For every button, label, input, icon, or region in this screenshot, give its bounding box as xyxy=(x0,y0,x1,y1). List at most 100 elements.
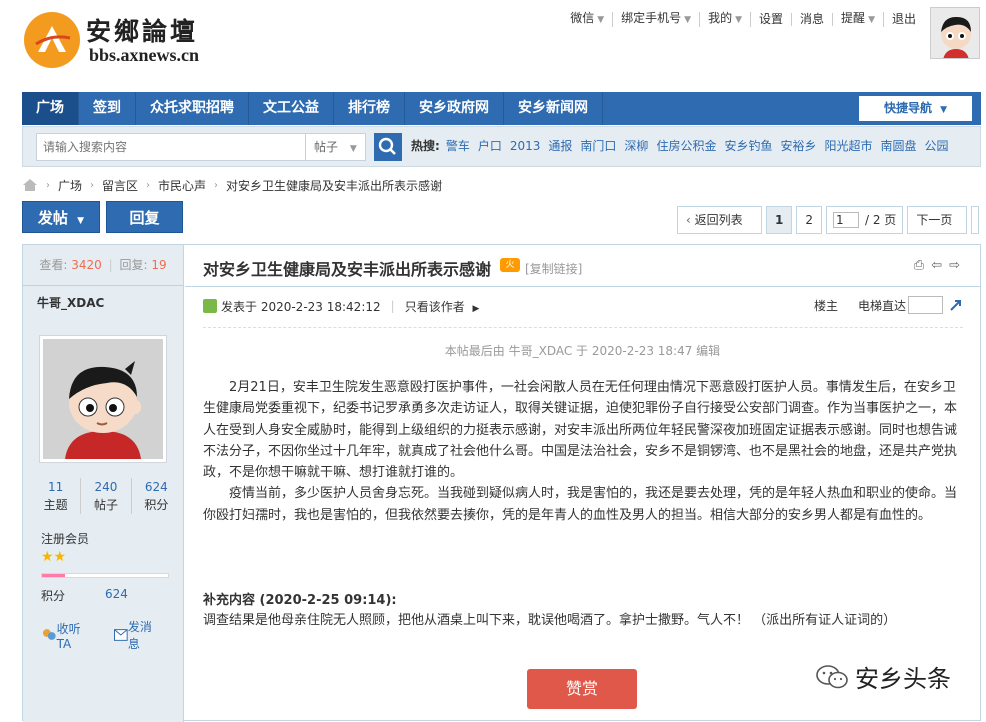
breadcrumb-item[interactable]: 留言区 xyxy=(102,177,138,194)
nav-item-plaza[interactable]: 广场 xyxy=(22,92,79,125)
go-arrow-icon[interactable] xyxy=(949,298,963,312)
author-name[interactable]: 牛哥_XDAC xyxy=(23,286,183,320)
stat-value: 240 xyxy=(94,480,118,494)
hot-item[interactable]: 警车 xyxy=(446,127,470,166)
stat-label: 帖子 xyxy=(93,498,118,512)
page-jump-input[interactable]: 1 xyxy=(833,212,859,228)
user-link-messages[interactable]: 消息 xyxy=(792,12,834,26)
breadcrumb: › 广场 › 留言区 › 市民心声 › 对安乡卫生健康局及安丰派出所表示感谢 xyxy=(22,176,442,194)
user-group[interactable]: 注册会员 xyxy=(41,530,89,547)
triangle-right-icon: ▶ xyxy=(472,303,480,314)
send-message-label: 发消息 xyxy=(127,620,152,651)
stat-credits[interactable]: 624 积分 xyxy=(132,478,181,514)
title-tools: ⎙ ⇦ ⇨ xyxy=(907,258,960,273)
user-links: 微信 ▼ 绑定手机号 ▼ 我的 ▼ 设置 消息 提醒 ▼ 退出 xyxy=(562,12,924,27)
follow-label: 收听TA xyxy=(56,621,81,651)
search-input[interactable] xyxy=(36,133,306,161)
prev-thread-icon[interactable]: ⇦ xyxy=(931,258,942,273)
search-button[interactable] xyxy=(374,133,402,161)
chevron-down-icon: ▼ xyxy=(735,15,743,25)
hot-item[interactable]: 南门口 xyxy=(580,127,616,166)
user-link-logout[interactable]: 退出 xyxy=(884,13,924,26)
hot-item[interactable]: 公园 xyxy=(925,127,949,166)
hot-item[interactable]: 住房公积金 xyxy=(656,127,716,166)
hot-item[interactable]: 户口 xyxy=(478,127,502,166)
site-url[interactable]: bbs.axnews.cn xyxy=(89,45,199,66)
stat-posts[interactable]: 240 帖子 xyxy=(81,478,132,514)
breadcrumb-separator: › xyxy=(90,179,95,191)
breadcrumb-item[interactable]: 对安乡卫生健康局及安丰派出所表示感谢 xyxy=(226,177,442,194)
user-link-wechat[interactable]: 微信 ▼ xyxy=(562,12,614,27)
reward-button[interactable]: 赞赏 xyxy=(527,669,637,709)
avatar[interactable] xyxy=(930,7,980,59)
pager: ‹ 返回列表 1 2 1 / 2 页 下一页 xyxy=(677,206,980,234)
next-thread-icon[interactable]: ⇨ xyxy=(949,258,960,273)
page-total: / 2 页 xyxy=(865,213,897,227)
post-time: 发表于 2020-2-23 18:42:12 xyxy=(221,299,381,314)
breadcrumb-item[interactable]: 市民心声 xyxy=(158,177,206,194)
supplement-title: 补充内容 (2020-2-25 09:14): xyxy=(203,593,397,608)
post-meta: 发表于 2020-2-23 18:42:12 | 只看该作者 ▶ 楼主 电梯直达 xyxy=(203,295,963,317)
page-1-button[interactable]: 1 xyxy=(766,206,793,234)
home-icon[interactable] xyxy=(22,178,38,192)
nav-item-gov[interactable]: 安乡政府网 xyxy=(405,92,504,125)
quick-nav-button[interactable]: 快捷导航 ▼ xyxy=(859,96,972,121)
watermark-text: 安乡头条 xyxy=(855,665,951,693)
hot-item[interactable]: 南圆盘 xyxy=(881,127,917,166)
user-link-label: 消息 xyxy=(800,12,825,26)
follow-link[interactable]: 收听TA xyxy=(41,618,104,652)
print-icon[interactable]: ⎙ xyxy=(914,258,924,273)
page-jump: 1 / 2 页 xyxy=(826,206,904,234)
hot-item[interactable]: 阳光超市 xyxy=(824,127,872,166)
search-type-select[interactable]: 帖子 ▼ xyxy=(306,133,366,161)
nav-item-checkin[interactable]: 签到 xyxy=(79,92,136,125)
nav-item-charity[interactable]: 文工公益 xyxy=(249,92,334,125)
copy-link[interactable]: [复制链接] xyxy=(525,260,582,277)
views-label: 查看: xyxy=(39,258,68,272)
back-to-list-button[interactable]: ‹ 返回列表 xyxy=(677,206,762,234)
elevator-label: 电梯直达 xyxy=(857,298,906,313)
page-2-button[interactable]: 2 xyxy=(796,206,822,234)
next-page-button[interactable]: 下一页 xyxy=(907,206,968,234)
elevator-input[interactable] xyxy=(908,296,943,314)
nav-item-jobs[interactable]: 众托求职招聘 xyxy=(136,92,249,125)
user-link-label: 绑定手机号 xyxy=(621,11,682,25)
site-logo-icon[interactable] xyxy=(24,12,80,68)
hot-item[interactable]: 安裕乡 xyxy=(780,127,816,166)
hot-item[interactable]: 深柳 xyxy=(624,127,648,166)
new-post-button[interactable]: 发帖 ▼ xyxy=(22,201,100,233)
supplement-text: 调查结果是他母亲住院无人照顾，把他从酒桌上叫下来，耽误他喝酒了。拿护士撒野。气人… xyxy=(203,613,897,628)
send-message-link[interactable]: 发消息 xyxy=(114,618,173,652)
hot-searches: 热搜: 警车 户口 2013 通报 南门口 深柳 住房公积金 安乡钓鱼 安裕乡 … xyxy=(411,127,957,166)
user-link-reminders[interactable]: 提醒 ▼ xyxy=(833,12,884,27)
nav-item-ranking[interactable]: 排行榜 xyxy=(334,92,405,125)
post-title: 对安乡卫生健康局及安丰派出所表示感谢 xyxy=(203,260,492,279)
user-link-label: 我的 xyxy=(708,11,733,25)
nav-item-news[interactable]: 安乡新闻网 xyxy=(504,92,603,125)
floor-tools: 楼主 电梯直达 xyxy=(814,296,963,314)
author-avatar[interactable] xyxy=(39,335,167,463)
author-stats: 11 主题 240 帖子 624 积分 xyxy=(31,478,181,514)
reply-button[interactable]: 回复 xyxy=(106,201,183,233)
hot-badge-icon: 火 xyxy=(500,258,520,272)
hot-item[interactable]: 2013 xyxy=(510,127,541,166)
user-link-bind-phone[interactable]: 绑定手机号 ▼ xyxy=(613,11,701,27)
stat-threads[interactable]: 11 主题 xyxy=(31,478,82,514)
level-progress xyxy=(41,573,169,578)
author-sidebar: 查看: 3420 | 回复: 19 牛哥_XDAC 11 主题 240 帖子 6… xyxy=(23,245,184,722)
wechat-icon xyxy=(816,664,848,688)
breadcrumb-separator: › xyxy=(146,179,151,191)
chevron-down-icon: ▼ xyxy=(77,216,85,226)
site-title[interactable]: 安鄉論壇 xyxy=(86,12,198,48)
post-body: 2月21日，安丰卫生院发生恶意殴打医护事件，一社会闲散人员在无任何理由情况下恶意… xyxy=(203,377,963,526)
user-link-mine[interactable]: 我的 ▼ xyxy=(700,11,752,27)
search-bar: 帖子 ▼ 热搜: 警车 户口 2013 通报 南门口 深柳 住房公积金 安乡钓鱼… xyxy=(22,126,981,167)
hot-item[interactable]: 安乡钓鱼 xyxy=(724,127,772,166)
breadcrumb-separator: › xyxy=(46,179,50,191)
breadcrumb-item[interactable]: 广场 xyxy=(58,177,82,194)
hot-item[interactable]: 通报 xyxy=(548,127,572,166)
post-title-row: 对安乡卫生健康局及安丰派出所表示感谢 火 [复制链接] ⎙ ⇦ ⇨ xyxy=(185,245,980,287)
envelope-icon xyxy=(114,629,128,641)
user-link-settings[interactable]: 设置 xyxy=(751,13,793,26)
only-author-link[interactable]: 只看该作者 ▶ xyxy=(405,298,480,315)
